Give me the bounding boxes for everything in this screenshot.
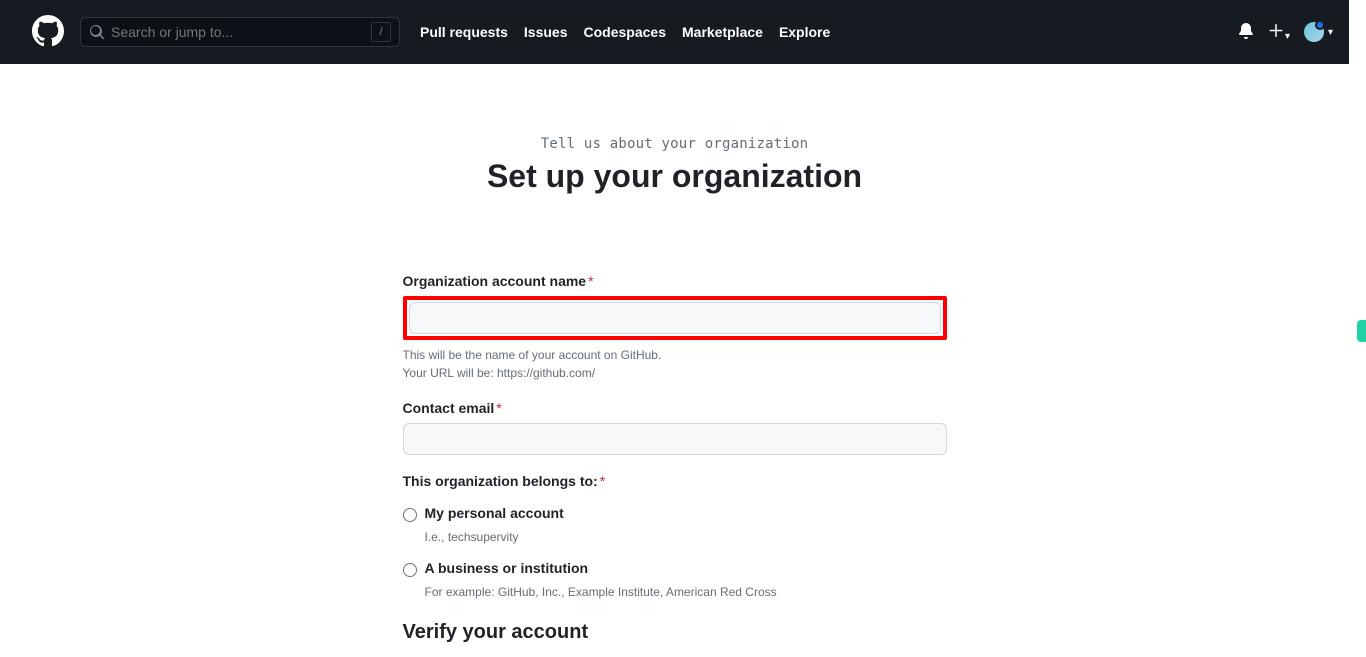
global-header: / Pull requests Issues Codespaces Market…: [0, 0, 1349, 64]
create-new-dropdown[interactable]: ▾: [1268, 23, 1290, 42]
org-name-label-text: Organization account name: [403, 273, 587, 289]
belongs-personal-radio[interactable]: [403, 508, 417, 522]
nav-issues[interactable]: Issues: [524, 24, 568, 40]
belongs-business-hint: For example: GitHub, Inc., Example Insti…: [425, 585, 947, 599]
nav-explore[interactable]: Explore: [779, 24, 830, 40]
github-logo-link[interactable]: [32, 15, 64, 50]
caret-down-icon: ▾: [1328, 27, 1333, 38]
org-setup-form: Organization account name* This will be …: [403, 273, 947, 657]
belongs-personal-option[interactable]: My personal account: [403, 505, 947, 522]
slash-shortcut-badge: /: [371, 22, 391, 42]
search-box[interactable]: /: [80, 17, 400, 47]
contact-email-label-text: Contact email: [403, 400, 495, 416]
nav-marketplace[interactable]: Marketplace: [682, 24, 763, 40]
contact-email-input[interactable]: [403, 423, 947, 455]
org-name-label: Organization account name*: [403, 273, 947, 289]
belongs-to-label-text: This organization belongs to:: [403, 473, 598, 489]
search-icon: [89, 24, 105, 40]
required-asterisk: *: [588, 273, 593, 289]
org-name-group: Organization account name* This will be …: [403, 273, 947, 382]
plus-icon: [1268, 23, 1284, 39]
notifications-button[interactable]: [1238, 23, 1254, 42]
belongs-to-label: This organization belongs to:*: [403, 473, 947, 489]
org-name-input[interactable]: [409, 302, 941, 334]
nav-pull-requests[interactable]: Pull requests: [420, 24, 508, 40]
page-title: Set up your organization: [185, 158, 1165, 195]
belongs-business-option[interactable]: A business or institution: [403, 560, 947, 577]
page-pretitle: Tell us about your organization: [185, 136, 1165, 152]
github-logo-icon: [32, 15, 64, 47]
user-menu[interactable]: ▾: [1304, 22, 1333, 42]
org-name-highlight: [403, 296, 947, 340]
org-name-hint-2: Your URL will be: https://github.com/: [403, 364, 947, 382]
header-actions: ▾ ▾: [1238, 22, 1333, 42]
contact-email-label: Contact email*: [403, 400, 947, 416]
belongs-personal-hint: I.e., techsupervity: [425, 530, 947, 544]
required-asterisk: *: [496, 400, 501, 416]
nav-codespaces[interactable]: Codespaces: [584, 24, 666, 40]
status-dot: [1315, 20, 1325, 30]
verify-account-title: Verify your account: [403, 621, 947, 644]
belongs-business-label: A business or institution: [425, 560, 589, 576]
side-widget-nub[interactable]: [1357, 320, 1366, 342]
belongs-personal-label: My personal account: [425, 505, 564, 521]
bell-icon: [1238, 23, 1254, 39]
required-asterisk: *: [600, 473, 605, 489]
main-content: Tell us about your organization Set up y…: [185, 64, 1165, 657]
belongs-to-group: This organization belongs to:* My person…: [403, 473, 947, 599]
caret-down-icon: ▾: [1285, 31, 1290, 42]
contact-email-group: Contact email*: [403, 400, 947, 455]
org-name-hint-1: This will be the name of your account on…: [403, 346, 947, 364]
search-input[interactable]: [111, 24, 371, 40]
primary-nav: Pull requests Issues Codespaces Marketpl…: [420, 24, 830, 40]
belongs-business-radio[interactable]: [403, 563, 417, 577]
